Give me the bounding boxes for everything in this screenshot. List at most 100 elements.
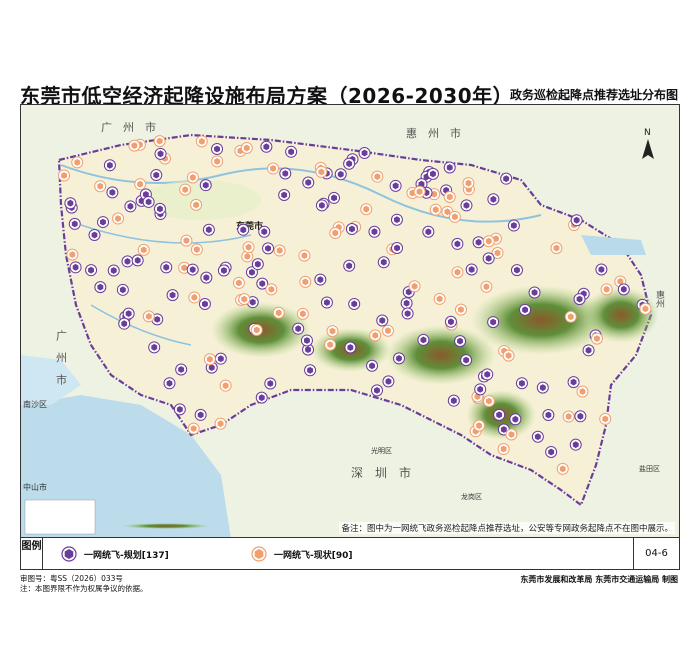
- mini-legend-box: [24, 499, 96, 535]
- legend-title: 图例: [21, 538, 43, 569]
- existing-site-marker: [564, 310, 577, 323]
- existing-site-marker: [505, 428, 518, 441]
- planned-site-marker: [262, 242, 275, 255]
- existing-site-marker: [232, 276, 245, 289]
- existing-site-marker: [326, 325, 339, 338]
- planned-site-marker: [88, 229, 101, 242]
- legend-bar: 图例 一网统飞-规划[137] 一网统飞-现状[90] 04-6: [20, 538, 680, 570]
- existing-site-marker: [267, 162, 280, 175]
- existing-site-marker: [562, 410, 575, 423]
- planned-site-marker: [390, 213, 403, 226]
- planned-site-marker: [199, 179, 212, 192]
- planned-site-marker: [320, 296, 333, 309]
- planned-site-marker: [173, 403, 186, 416]
- existing-site-marker: [497, 443, 510, 456]
- existing-site-marker: [238, 293, 251, 306]
- existing-site-marker: [250, 323, 263, 336]
- label-huizhou: 惠 州 市: [406, 126, 461, 140]
- planned-site-marker: [574, 410, 587, 423]
- existing-site-marker: [190, 198, 203, 211]
- planned-site-marker: [519, 303, 532, 316]
- existing-site-marker: [315, 165, 328, 178]
- planned-site-marker: [569, 438, 582, 451]
- planned-site-marker: [515, 377, 528, 390]
- planned-site-marker: [422, 225, 435, 238]
- existing-site-marker: [211, 155, 224, 168]
- boundary-disclaimer: 注：本图界限不作为权属争议的依据。: [20, 584, 148, 593]
- legend-existing-label: 一网统飞-现状[90]: [274, 550, 353, 561]
- existing-site-marker: [58, 169, 71, 182]
- planned-site-marker: [285, 145, 298, 158]
- planned-site-marker: [343, 259, 356, 272]
- map-canvas: 广 州 市 惠 州 市 广 州 市 南沙区 中山市 深 圳 市 光明区 龙岗区 …: [21, 105, 679, 537]
- planned-site-marker: [368, 225, 381, 238]
- planned-site-marker: [493, 408, 506, 421]
- planned-site-marker: [401, 307, 414, 320]
- planned-site-marker: [160, 261, 173, 274]
- page-number: 04-6: [633, 538, 679, 569]
- planned-site-marker: [536, 381, 549, 394]
- existing-site-marker: [71, 156, 84, 169]
- planned-site-marker: [154, 147, 167, 160]
- existing-site-marker: [639, 302, 652, 315]
- existing-site-marker: [153, 135, 166, 148]
- planned-site-marker: [96, 216, 109, 229]
- planned-site-marker: [344, 341, 357, 354]
- existing-site-marker: [381, 324, 394, 337]
- planned-site-marker: [377, 256, 390, 269]
- planned-site-marker: [153, 202, 166, 215]
- planned-site-marker: [482, 252, 495, 265]
- existing-site-marker: [433, 292, 446, 305]
- planned-site-marker: [302, 176, 315, 189]
- planned-site-marker: [166, 289, 179, 302]
- planned-site-marker: [264, 377, 277, 390]
- existing-site-marker: [298, 249, 311, 262]
- planned-site-marker: [69, 261, 82, 274]
- existing-site-marker: [272, 306, 285, 319]
- existing-site-marker: [296, 307, 309, 320]
- existing-site-marker: [265, 283, 278, 296]
- existing-site-marker: [240, 141, 253, 154]
- planned-site-marker: [315, 199, 328, 212]
- planned-site-marker: [595, 263, 608, 276]
- planned-site-marker: [500, 172, 513, 185]
- planned-site-marker: [400, 297, 413, 310]
- existing-site-marker: [462, 177, 475, 190]
- label-nansha: 南沙区: [23, 399, 47, 409]
- existing-site-marker: [482, 395, 495, 408]
- existing-site-marker: [429, 203, 442, 216]
- planned-site-marker: [389, 179, 402, 192]
- planned-site-marker: [107, 264, 120, 277]
- planned-site-marker: [304, 364, 317, 377]
- existing-site-marker: [550, 242, 563, 255]
- planned-site-marker: [103, 159, 116, 172]
- footer-makers: 东莞市发展和改革局 东莞市交通运输局 制图: [520, 575, 678, 584]
- planned-site-marker: [314, 273, 327, 286]
- planned-site-marker: [417, 333, 430, 346]
- map-subtitle: 政务巡检起降点推荐选址分布图: [509, 88, 678, 102]
- existing-site-marker: [219, 379, 232, 392]
- planned-site-marker: [334, 168, 347, 181]
- existing-site-marker: [242, 241, 255, 254]
- approval-number: 审图号：粤SS（2026）033号: [20, 574, 123, 583]
- existing-site-marker: [576, 385, 589, 398]
- planned-site-marker: [279, 167, 292, 180]
- planned-site-marker: [376, 314, 389, 327]
- existing-site-marker: [482, 235, 495, 248]
- planned-site-marker: [487, 316, 500, 329]
- planned-site-marker: [444, 315, 457, 328]
- planned-site-marker: [426, 167, 439, 180]
- existing-site-marker: [137, 243, 150, 256]
- planned-site-marker: [106, 186, 119, 199]
- planned-site-marker: [64, 197, 77, 210]
- planned-site-marker: [393, 352, 406, 365]
- label-shenzhen: 深 圳 市: [351, 465, 411, 480]
- planned-site-marker: [472, 236, 485, 249]
- existing-site-marker: [214, 417, 227, 430]
- planned-site-marker: [142, 195, 155, 208]
- planned-site-marker: [343, 157, 356, 170]
- existing-site-marker: [188, 291, 201, 304]
- elevation-scale: [121, 523, 211, 529]
- planned-site-marker: [121, 255, 134, 268]
- planned-site-marker: [131, 254, 144, 267]
